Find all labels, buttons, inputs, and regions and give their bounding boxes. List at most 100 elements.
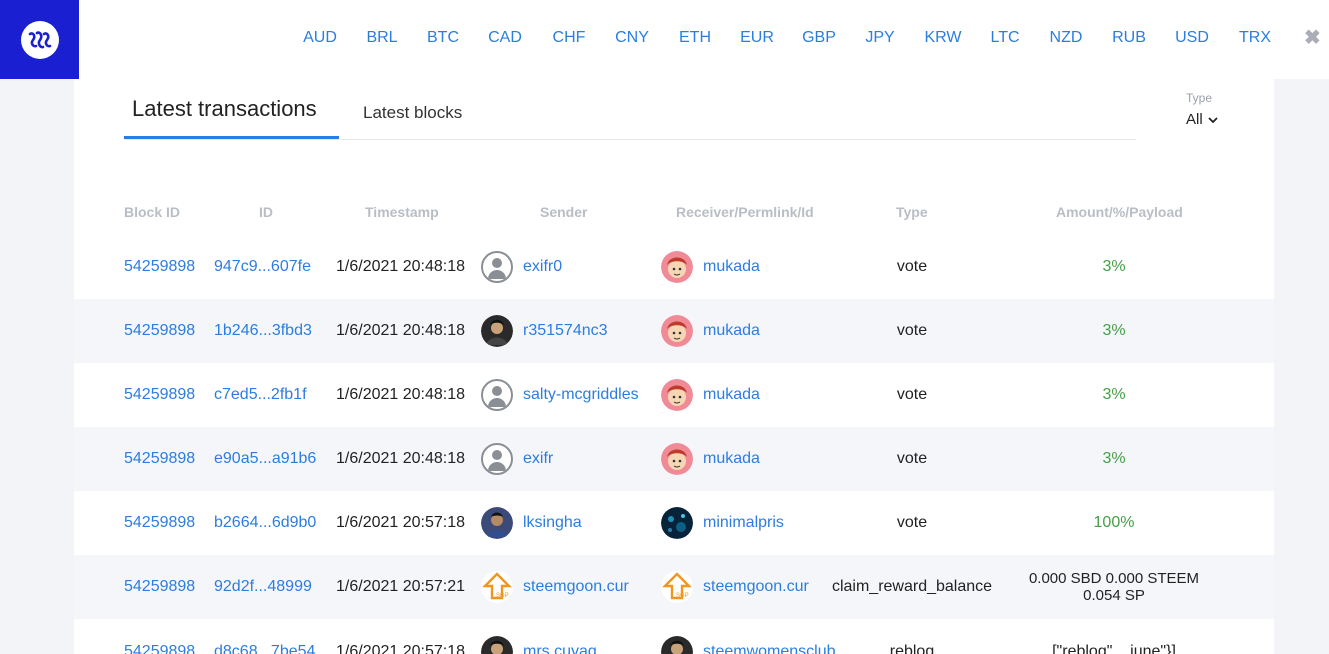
receiver-avatar[interactable] <box>661 507 693 539</box>
svg-text:SGP: SGP <box>496 593 509 599</box>
currency-eth[interactable]: ETH <box>679 29 711 47</box>
transaction-id-link[interactable]: 1b246...3fbd3 <box>214 299 312 363</box>
currency-brl[interactable]: BRL <box>366 29 397 47</box>
receiver-cell: mukada <box>661 427 760 491</box>
table-row: 54259898 947c9...607fe 1/6/2021 20:48:18 ex… <box>74 235 1274 299</box>
currency-jpy[interactable]: JPY <box>865 29 894 47</box>
tab-latest-transactions[interactable]: Latest transactions <box>132 96 317 122</box>
receiver-cell: SGP steemgoon.cur <box>661 555 809 619</box>
column-header-receiver[interactable]: Receiver/Permlink/Id <box>676 204 814 220</box>
currency-rub[interactable]: RUB <box>1112 29 1146 47</box>
block-id-link[interactable]: 54259898 <box>124 555 195 619</box>
amount-cell: 3% <box>1102 322 1126 339</box>
column-header-type[interactable]: Type <box>896 204 928 220</box>
currency-selector: AUD BRL BTC CAD CHF CNY ETH EUR GBP JPY KRW LTC NZD R… <box>0 29 1329 49</box>
receiver-avatar[interactable] <box>661 315 693 347</box>
sender-link[interactable]: salty-mcgriddles <box>523 386 639 404</box>
transaction-id-link[interactable]: 947c9...607fe <box>214 235 311 299</box>
sender-link[interactable]: exifr <box>523 450 553 468</box>
amount-line: 0.000 SBD 0.000 STEEM <box>1028 570 1200 587</box>
block-id-link[interactable]: 54259898 <box>124 491 195 555</box>
block-id-link[interactable]: 54259898 <box>124 363 195 427</box>
currency-ltc[interactable]: LTC <box>990 29 1019 47</box>
timestamp-cell: 1/6/2021 20:48:18 <box>336 450 466 467</box>
block-id-link[interactable]: 54259898 <box>124 427 195 491</box>
receiver-cell: minimalpris <box>661 491 784 555</box>
type-cell: vote <box>896 514 928 531</box>
tabs-divider <box>124 139 1136 140</box>
transaction-id-link[interactable]: 92d2f...48999 <box>214 555 312 619</box>
column-header-amount[interactable]: Amount/%/Payload <box>1056 204 1183 220</box>
receiver-cell: mukada <box>661 235 760 299</box>
timestamp-cell: 1/6/2021 20:57:18 <box>336 643 466 654</box>
close-icon[interactable]: ✖ <box>1304 27 1321 49</box>
timestamp-cell: 1/6/2021 20:48:18 <box>336 386 466 403</box>
sender-avatar[interactable] <box>481 315 513 347</box>
sender-avatar[interactable] <box>481 379 513 411</box>
currency-eur[interactable]: EUR <box>740 29 774 47</box>
receiver-avatar[interactable] <box>661 636 693 654</box>
receiver-link[interactable]: mukada <box>703 258 760 276</box>
column-header-id[interactable]: ID <box>259 204 273 220</box>
svg-text:SGP: SGP <box>676 593 689 599</box>
type-cell: vote <box>896 322 928 339</box>
amount-line: 0.054 SP <box>1083 587 1145 604</box>
type-filter-label: Type <box>1186 91 1213 105</box>
receiver-link[interactable]: mukada <box>703 450 760 468</box>
sender-avatar[interactable] <box>481 636 513 654</box>
currency-aud[interactable]: AUD <box>303 29 337 47</box>
receiver-link[interactable]: mukada <box>703 386 760 404</box>
column-header-sender[interactable]: Sender <box>540 204 587 220</box>
timestamp-cell: 1/6/2021 20:48:18 <box>336 322 466 339</box>
receiver-avatar[interactable] <box>661 443 693 475</box>
column-header-block-id[interactable]: Block ID <box>124 204 180 220</box>
block-id-link[interactable]: 54259898 <box>124 299 195 363</box>
receiver-link[interactable]: minimalpris <box>703 514 784 532</box>
amount-cell: ["reblog",...june"}] <box>1052 643 1176 654</box>
type-filter-value: All <box>1186 111 1203 128</box>
sender-link[interactable]: r351574nc3 <box>523 322 608 340</box>
transaction-id-link[interactable]: d8c68...7be54 <box>214 620 315 654</box>
tab-latest-blocks[interactable]: Latest blocks <box>363 103 462 123</box>
sender-cell: salty-mcgriddles <box>481 363 639 427</box>
receiver-avatar[interactable] <box>661 379 693 411</box>
currency-gbp[interactable]: GBP <box>802 29 836 47</box>
type-cell: claim_reward_balance <box>831 578 993 595</box>
sender-link[interactable]: exifr0 <box>523 258 562 276</box>
transaction-id-link[interactable]: b2664...6d9b0 <box>214 491 316 555</box>
column-header-timestamp[interactable]: Timestamp <box>365 204 439 220</box>
type-cell: vote <box>896 450 928 467</box>
table-row: 54259898 b2664...6d9b0 1/6/2021 20:57:18 lk… <box>74 491 1274 555</box>
sender-link[interactable]: steemgoon.cur <box>523 578 629 596</box>
sender-cell: SGP steemgoon.cur <box>481 555 629 619</box>
receiver-link[interactable]: steemgoon.cur <box>703 578 809 596</box>
currency-cny[interactable]: CNY <box>615 29 649 47</box>
block-id-link[interactable]: 54259898 <box>124 620 195 654</box>
currency-krw[interactable]: KRW <box>924 29 961 47</box>
sender-avatar[interactable] <box>481 507 513 539</box>
currency-usd[interactable]: USD <box>1175 29 1209 47</box>
sender-avatar[interactable] <box>481 443 513 475</box>
transaction-id-link[interactable]: e90a5...a91b6 <box>214 427 316 491</box>
type-filter-dropdown[interactable]: All <box>1186 111 1219 128</box>
sender-avatar[interactable] <box>481 251 513 283</box>
transaction-id-link[interactable]: c7ed5...2fb1f <box>214 363 307 427</box>
sender-link[interactable]: lksingha <box>523 514 582 532</box>
sender-link[interactable]: mrs.cuyag <box>523 643 597 654</box>
currency-nzd[interactable]: NZD <box>1050 29 1083 47</box>
table-row: 54259898 c7ed5...2fb1f 1/6/2021 20:48:18 sa… <box>74 363 1274 427</box>
amount-cell: 0.000 SBD 0.000 STEEM 0.054 SP <box>1014 555 1214 619</box>
receiver-cell: mukada <box>661 363 760 427</box>
sender-avatar[interactable]: SGP <box>481 571 513 603</box>
receiver-avatar[interactable]: SGP <box>661 571 693 603</box>
currency-cad[interactable]: CAD <box>488 29 522 47</box>
currency-chf[interactable]: CHF <box>553 29 586 47</box>
currency-trx[interactable]: TRX <box>1239 29 1271 47</box>
receiver-link[interactable]: mukada <box>703 322 760 340</box>
block-id-link[interactable]: 54259898 <box>124 235 195 299</box>
sender-cell: r351574nc3 <box>481 299 608 363</box>
sender-cell: exifr0 <box>481 235 562 299</box>
receiver-avatar[interactable] <box>661 251 693 283</box>
currency-btc[interactable]: BTC <box>427 29 459 47</box>
top-navigation-bar: AUD BRL BTC CAD CHF CNY ETH EUR GBP JPY KRW LTC NZD R… <box>0 0 1329 79</box>
